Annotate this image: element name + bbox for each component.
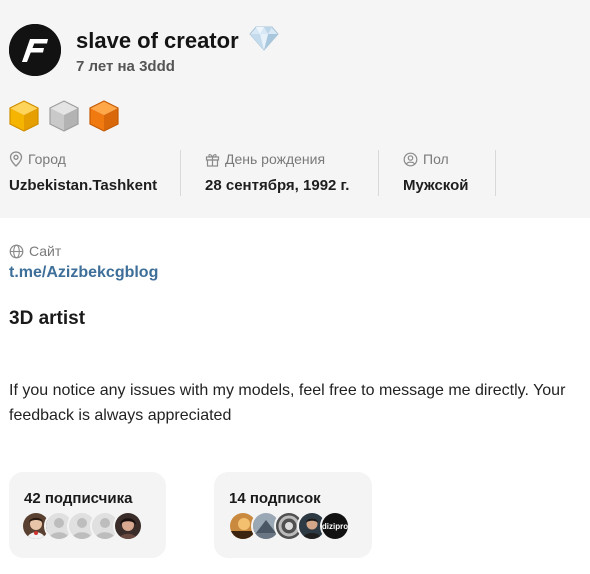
gender-value: Мужской — [403, 177, 469, 194]
af-logo-icon — [9, 24, 61, 76]
location-pin-icon — [9, 151, 23, 167]
avatar[interactable]: dizipro — [320, 511, 350, 541]
badges — [9, 100, 119, 132]
site-link[interactable]: t.me/Azizbekcgblog — [9, 264, 158, 282]
about-title: 3D artist — [9, 308, 86, 329]
following-card[interactable]: 14 подписок dizipro — [214, 472, 372, 558]
following-count: 14 подписок — [229, 490, 321, 507]
followers-count: 42 подписчика — [24, 490, 133, 507]
site-label-row: Сайт — [9, 243, 61, 259]
followers-card[interactable]: 42 подписчика — [9, 472, 166, 558]
divider — [495, 150, 496, 196]
cube-gold-icon[interactable] — [9, 100, 39, 132]
avatar[interactable] — [113, 511, 143, 541]
following-avatars: dizipro — [228, 511, 350, 541]
birthday-value: 28 сентября, 1992 г. — [205, 177, 350, 194]
diamond-icon — [249, 26, 279, 51]
info-city: Город Uzbekistan.Tashkent — [9, 150, 157, 196]
followers-avatars — [21, 511, 143, 541]
divider — [180, 150, 181, 196]
city-label: Город — [28, 151, 66, 167]
info-gender: Пол Мужской — [403, 150, 469, 196]
about-text: If you notice any issues with my models,… — [9, 382, 566, 424]
gender-label: Пол — [423, 151, 449, 167]
cube-orange-icon[interactable] — [89, 100, 119, 132]
divider — [378, 150, 379, 196]
membership-duration: 7 лет на 3ddd — [76, 58, 175, 75]
info-birthday: День рождения 28 сентября, 1992 г. — [205, 150, 349, 196]
dizipro-logo-text: dizipro — [322, 522, 348, 531]
site-label: Сайт — [29, 243, 62, 259]
avatar[interactable] — [9, 24, 61, 76]
username: slave of creator — [76, 28, 239, 53]
gift-icon — [205, 153, 220, 167]
birthday-label: День рождения — [225, 151, 326, 167]
city-value: Uzbekistan.Tashkent — [9, 177, 158, 194]
globe-icon — [9, 244, 24, 258]
user-circle-icon — [403, 152, 418, 166]
cube-grey-icon[interactable] — [49, 100, 79, 132]
